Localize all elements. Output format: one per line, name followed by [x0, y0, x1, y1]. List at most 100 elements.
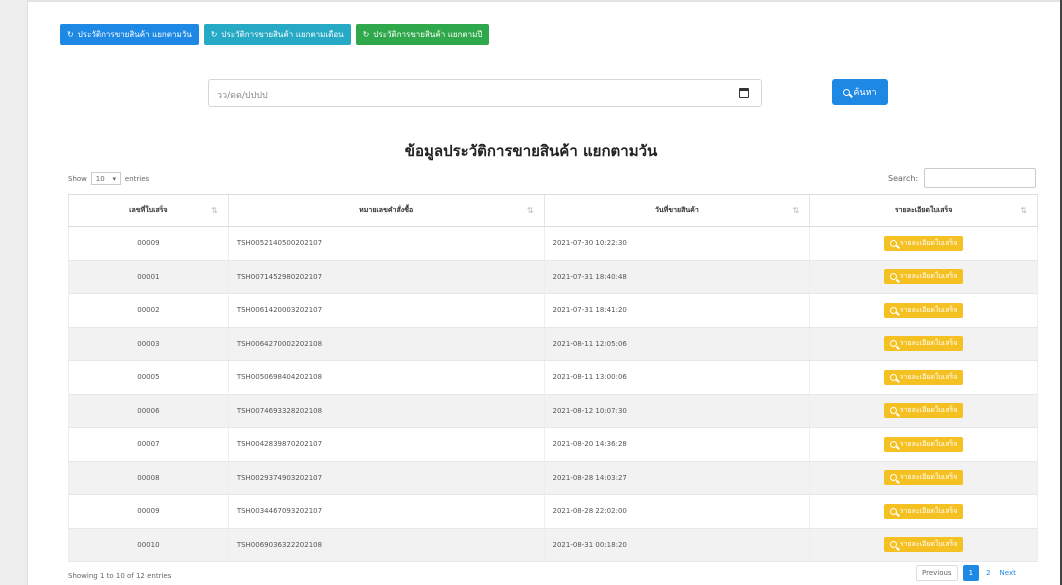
receipt-number-cell: 00010 [68, 528, 229, 562]
sale-date-cell: 2021-07-31 18:40:48 [543, 260, 810, 294]
detail-button-label: รายละเอียดใบเสร็จ [899, 339, 958, 348]
detail-cell: รายละเอียดใบเสร็จ [809, 226, 1038, 261]
view-receipt-detail-button[interactable]: รายละเอียดใบเสร็จ [883, 235, 964, 251]
sale-date-cell: 2021-07-30 10:22:30 [543, 226, 810, 261]
page-size-select[interactable]: 10 ▾ [90, 172, 121, 185]
order-number-cell: TSH0069036322202108 [227, 528, 545, 562]
order-number-cell: TSH0061420003202107 [227, 293, 545, 328]
detail-button-label: รายละเอียดใบเสร็จ [899, 473, 958, 482]
search-icon [889, 239, 897, 247]
table-row: 00005 TSH0050698404202108 2021-08-11 13:00… [68, 360, 1038, 395]
view-receipt-detail-button[interactable]: รายละเอียดใบเสร็จ [883, 403, 964, 419]
view-receipt-detail-button[interactable]: รายละเอียดใบเสร็จ [883, 537, 964, 553]
detail-button-label: รายละเอียดใบเสร็จ [899, 540, 958, 549]
receipt-number-cell: 00009 [68, 226, 229, 261]
receipt-number-cell: 00009 [68, 494, 229, 529]
order-number-cell: TSH0071452980202107 [227, 260, 545, 294]
sale-date-cell: 2021-08-28 22:02:00 [543, 494, 810, 529]
view-receipt-detail-button[interactable]: รายละเอียดใบเสร็จ [883, 503, 964, 519]
detail-cell: รายละเอียดใบเสร็จ [809, 394, 1038, 428]
search-icon [889, 407, 897, 415]
sale-date-cell: 2021-08-11 12:05:06 [543, 327, 810, 361]
table-row: 00002 TSH0061420003202107 2021-07-31 18:41… [68, 293, 1038, 328]
detail-button-label: รายละเอียดใบเสร็จ [899, 439, 958, 448]
table-row: 00003 TSH0064270002202108 2021-08-11 12:05… [68, 327, 1038, 361]
chevron-down-icon: ▾ [112, 174, 116, 183]
search-icon [889, 306, 897, 314]
table-row: 00009 TSH0034467093202107 2021-08-28 22:02… [68, 494, 1038, 529]
top-border [28, 0, 1062, 2]
detail-cell: รายละเอียดใบเสร็จ [809, 461, 1038, 495]
table-search: Search: [888, 168, 1037, 188]
tab-monthly-sales[interactable]: ↻ ประวัติการขายสินค้า แยกตามเดือน [203, 24, 351, 45]
table-search-input[interactable] [924, 168, 1037, 188]
search-icon [889, 507, 897, 515]
tab-daily-label: ประวัติการขายสินค้า แยกตามวัน [77, 30, 192, 39]
receipt-number-cell: 00007 [68, 427, 229, 462]
table-info: Showing 1 to 10 of 12 entries [68, 572, 172, 580]
detail-cell: รายละเอียดใบเสร็จ [809, 427, 1038, 462]
view-receipt-detail-button[interactable]: รายละเอียดใบเสร็จ [883, 336, 964, 352]
view-receipt-detail-button[interactable]: รายละเอียดใบเสร็จ [883, 436, 964, 452]
receipt-number-cell: 00003 [68, 327, 229, 361]
entries-label: entries [124, 174, 150, 183]
pagination-page-1[interactable]: 1 [962, 565, 980, 581]
tab-monthly-label: ประวัติการขายสินค้า แยกตามเดือน [221, 30, 344, 39]
pagination-previous[interactable]: Previous [916, 565, 958, 581]
show-label: Show [68, 174, 87, 183]
search-button-label: ค้นหา [853, 88, 877, 98]
sale-date-cell: 2021-07-31 18:41:20 [543, 293, 810, 328]
detail-cell: รายละเอียดใบเสร็จ [809, 494, 1038, 529]
detail-cell: รายละเอียดใบเสร็จ [809, 528, 1038, 562]
receipt-number-cell: 00001 [68, 260, 229, 294]
detail-cell: รายละเอียดใบเสร็จ [809, 260, 1038, 294]
column-header-detail[interactable]: รายละเอียดใบเสร็จ ⇅ [809, 194, 1038, 227]
detail-button-label: รายละเอียดใบเสร็จ [899, 372, 958, 381]
column-header-order[interactable]: หมายเลขคำสั่งซื้อ ⇅ [227, 194, 545, 227]
view-receipt-detail-button[interactable]: รายละเอียดใบเสร็จ [883, 269, 964, 285]
column-header-receipt[interactable]: เลขที่ใบเสร็จ ⇅ [68, 194, 229, 227]
tab-yearly-label: ประวัติการขายสินค้า แยกตามปี [373, 30, 483, 39]
search-icon [889, 340, 897, 348]
sort-icon: ⇅ [211, 206, 218, 215]
tab-daily-sales[interactable]: ↻ ประวัติการขายสินค้า แยกตามวัน [60, 24, 199, 45]
order-number-cell: TSH0074693328202108 [227, 394, 545, 428]
date-input[interactable]: วว/ดด/ปปปป [208, 79, 762, 107]
show-entries-control: Show 10 ▾ entries [68, 172, 149, 185]
table-header-row: เลขที่ใบเสร็จ ⇅ หมายเลขคำสั่งซื้อ ⇅ วันที่… [68, 194, 1038, 227]
order-number-cell: TSH0034467093202107 [227, 494, 545, 529]
left-sidebar-gutter [0, 0, 28, 585]
table-row: 00008 TSH0029374903202107 2021-08-28 14:03… [68, 461, 1038, 495]
detail-cell: รายละเอียดใบเสร็จ [809, 293, 1038, 328]
history-icon: ↻ [362, 30, 370, 39]
column-header-date[interactable]: วันที่ขายสินค้า ⇅ [543, 194, 810, 227]
sale-date-cell: 2021-08-11 13:00:06 [543, 360, 810, 395]
order-number-cell: TSH0050698404202108 [227, 360, 545, 395]
view-receipt-detail-button[interactable]: รายละเอียดใบเสร็จ [883, 302, 964, 318]
search-icon [889, 373, 897, 381]
calendar-icon[interactable] [739, 88, 749, 98]
detail-cell: รายละเอียดใบเสร็จ [809, 360, 1038, 395]
detail-button-label: รายละเอียดใบเสร็จ [899, 406, 958, 415]
sale-date-cell: 2021-08-28 14:03:27 [543, 461, 810, 495]
pagination-next[interactable]: Next [997, 566, 1018, 580]
table-row: 00006 TSH0074693328202108 2021-08-12 10:07… [68, 394, 1038, 428]
detail-cell: รายละเอียดใบเสร็จ [809, 327, 1038, 361]
pagination-page-2[interactable]: 2 [984, 566, 993, 580]
order-number-cell: TSH0029374903202107 [227, 461, 545, 495]
table-row: 00001 TSH0071452980202107 2021-07-31 18:40… [68, 260, 1038, 294]
search-icon [889, 474, 897, 482]
search-icon [889, 440, 897, 448]
detail-button-label: รายละเอียดใบเสร็จ [899, 305, 958, 314]
table-row: 00009 TSH0052140500202107 2021-07-30 10:22… [68, 226, 1038, 261]
view-receipt-detail-button[interactable]: รายละเอียดใบเสร็จ [883, 470, 964, 486]
view-receipt-detail-button[interactable]: รายละเอียดใบเสร็จ [883, 369, 964, 385]
search-icon [889, 541, 897, 549]
date-input-value: วว/ดด/ปปปป [217, 91, 268, 101]
search-button[interactable]: ค้นหา [832, 79, 888, 105]
search-icon [843, 88, 851, 96]
tab-yearly-sales[interactable]: ↻ ประวัติการขายสินค้า แยกตามปี [355, 24, 490, 45]
receipt-number-cell: 00005 [68, 360, 229, 395]
detail-button-label: รายละเอียดใบเสร็จ [899, 238, 958, 247]
page-size-value: 10 [95, 174, 105, 183]
